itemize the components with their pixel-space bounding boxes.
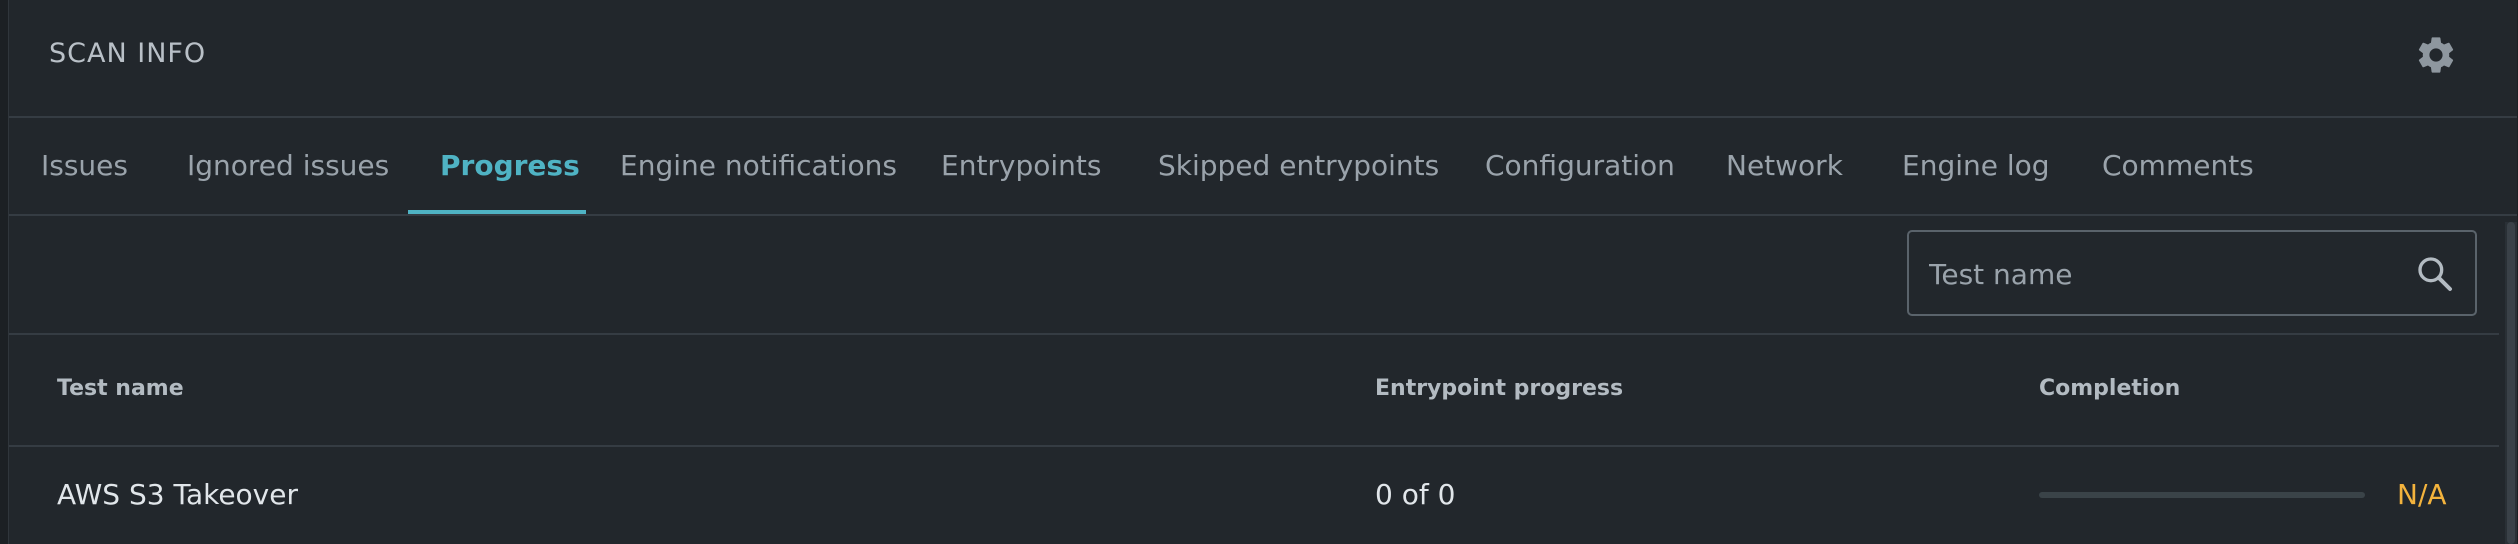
divider bbox=[9, 445, 2499, 447]
tab-progress[interactable]: Progress bbox=[440, 118, 580, 214]
search-icon[interactable] bbox=[2415, 254, 2455, 294]
active-tab-indicator bbox=[408, 210, 586, 214]
tab-bar: Issues Ignored issues Progress Engine no… bbox=[9, 118, 2517, 216]
completion-progress-bar bbox=[2039, 492, 2365, 498]
test-name-cell: AWS S3 Takeover bbox=[57, 478, 298, 511]
completion-status: N/A bbox=[2397, 478, 2447, 511]
tab-network[interactable]: Network bbox=[1726, 118, 1843, 214]
gear-icon[interactable] bbox=[2414, 33, 2458, 77]
panel-title: SCAN INFO bbox=[49, 38, 207, 69]
column-header-entrypoint-progress[interactable]: Entrypoint progress bbox=[1375, 376, 1623, 401]
tab-entrypoints[interactable]: Entrypoints bbox=[941, 118, 1102, 214]
tab-comments[interactable]: Comments bbox=[2102, 118, 2254, 214]
tab-engine-log[interactable]: Engine log bbox=[1902, 118, 2050, 214]
progress-content: Test name Entrypoint progress Completion… bbox=[9, 216, 2499, 544]
entrypoint-progress-cell: 0 of 0 bbox=[1375, 478, 1456, 511]
panel-header: SCAN INFO bbox=[9, 0, 2517, 118]
column-header-completion[interactable]: Completion bbox=[2039, 376, 2180, 401]
tab-skipped-entrypoints[interactable]: Skipped entrypoints bbox=[1158, 118, 1439, 214]
search-input[interactable] bbox=[1927, 232, 2401, 316]
tab-issues[interactable]: Issues bbox=[41, 118, 128, 214]
tab-engine-notifications[interactable]: Engine notifications bbox=[620, 118, 897, 214]
scan-info-panel: SCAN INFO Issues Ignored issues Progress… bbox=[8, 0, 2517, 544]
column-header-test-name[interactable]: Test name bbox=[57, 376, 184, 401]
scrollbar-thumb[interactable] bbox=[2507, 222, 2515, 544]
tab-ignored-issues[interactable]: Ignored issues bbox=[187, 118, 389, 214]
tab-configuration[interactable]: Configuration bbox=[1485, 118, 1675, 214]
divider bbox=[9, 333, 2499, 335]
search-box bbox=[1907, 230, 2477, 316]
